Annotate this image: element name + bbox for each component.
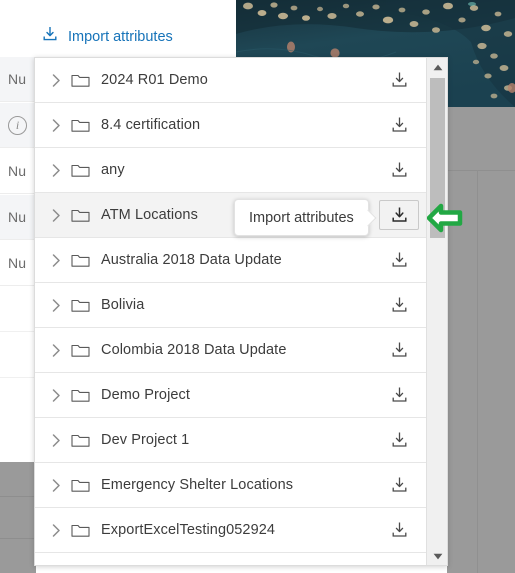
scroll-up-button[interactable] (427, 58, 447, 76)
list-item-label: Emergency Shelter Locations (101, 477, 294, 493)
chevron-right-icon[interactable] (45, 73, 67, 87)
import-attributes-button[interactable] (379, 335, 419, 365)
import-attributes-button[interactable] (379, 470, 419, 500)
chevron-right-icon[interactable] (45, 118, 67, 132)
list-item-label: 2024 R01 Demo (101, 72, 208, 88)
list-item[interactable]: Demo Project (35, 373, 427, 418)
folder-icon (67, 297, 93, 313)
folder-icon (67, 117, 93, 133)
import-attributes-button[interactable] (379, 380, 419, 410)
background-row-label: Nu (8, 255, 27, 271)
folder-icon (67, 342, 93, 358)
background-row-label: Nu (8, 71, 27, 87)
list-item[interactable]: 2024 R01 Demo (35, 58, 427, 103)
import-attributes-label: Import attributes (68, 29, 173, 45)
chevron-right-icon[interactable] (45, 298, 67, 312)
folder-icon (67, 387, 93, 403)
list-item[interactable]: Colombia 2018 Data Update (35, 328, 427, 373)
info-icon: i (8, 115, 27, 135)
folder-icon (67, 432, 93, 448)
tooltip: Import attributes (234, 199, 369, 236)
list-item[interactable]: 8.4 certification (35, 103, 427, 148)
chevron-right-icon[interactable] (45, 478, 67, 492)
chevron-right-icon[interactable] (45, 208, 67, 222)
list-item-label: ExportExcelTesting052924 (101, 522, 276, 538)
list-item[interactable]: any (35, 148, 427, 193)
list-item[interactable]: Bolivia (35, 283, 427, 328)
scroll-down-button[interactable] (427, 547, 447, 565)
import-attributes-button[interactable] (379, 515, 419, 545)
chevron-right-icon[interactable] (45, 163, 67, 177)
import-attributes-button[interactable] (379, 245, 419, 275)
import-attributes-button[interactable] (379, 425, 419, 455)
annotation-arrow-icon (426, 201, 463, 235)
import-attributes-button[interactable] (379, 65, 419, 95)
chevron-right-icon[interactable] (45, 433, 67, 447)
folder-icon (67, 162, 93, 178)
list-item-label: Colombia 2018 Data Update (101, 342, 287, 358)
list-item[interactable]: Emergency Shelter Locations (35, 463, 427, 508)
folder-list: 2024 R01 Demo 8.4 certification any ATM … (35, 58, 427, 565)
background-scrim-left (0, 462, 36, 573)
list-item-label: Demo Project (101, 387, 191, 403)
import-attributes-button-active[interactable] (379, 200, 419, 230)
list-item-label: Bolivia (101, 297, 145, 313)
list-item-label: 8.4 certification (101, 117, 201, 133)
folder-icon (67, 72, 93, 88)
list-item[interactable]: ExportExcelTesting052924 (35, 508, 427, 553)
import-attributes-link[interactable]: Import attributes (42, 26, 173, 48)
background-row-label: Nu (8, 163, 27, 179)
background-scrim-right (447, 107, 515, 573)
folder-icon (67, 477, 93, 493)
chevron-right-icon[interactable] (45, 343, 67, 357)
list-item[interactable]: Dev Project 1 (35, 418, 427, 463)
screenshot-root: Nu i Nu Nu Nu Import attributes 2024 R01… (0, 0, 515, 573)
chevron-right-icon[interactable] (45, 253, 67, 267)
folder-icon (67, 522, 93, 538)
chevron-right-icon[interactable] (45, 388, 67, 402)
tooltip-text: Import attributes (249, 209, 354, 226)
list-item[interactable]: Australia 2018 Data Update (35, 238, 427, 283)
import-attributes-button[interactable] (379, 290, 419, 320)
download-icon (42, 26, 58, 48)
list-item-label: Australia 2018 Data Update (101, 252, 282, 268)
folder-picker-dropdown: 2024 R01 Demo 8.4 certification any ATM … (34, 57, 448, 566)
list-item-label: any (101, 162, 125, 178)
import-attributes-button[interactable] (379, 155, 419, 185)
import-attributes-button[interactable] (379, 110, 419, 140)
chevron-right-icon[interactable] (45, 523, 67, 537)
list-item-label: Dev Project 1 (101, 432, 190, 448)
background-row-label: Nu (8, 209, 27, 225)
dropdown-scrollbar[interactable] (426, 58, 447, 565)
folder-icon (67, 252, 93, 268)
folder-icon (67, 207, 93, 223)
